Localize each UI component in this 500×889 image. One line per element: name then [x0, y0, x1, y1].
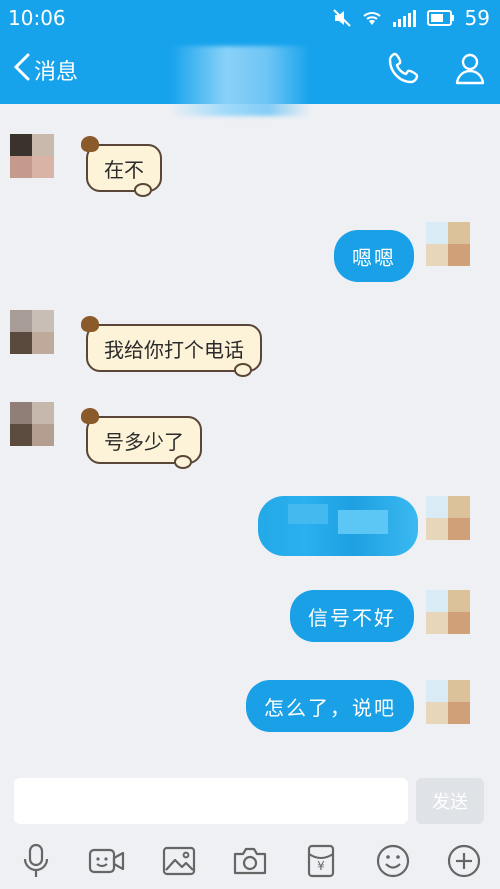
user-avatar[interactable] — [426, 496, 490, 560]
contact-avatar[interactable] — [10, 402, 74, 466]
user-avatar[interactable] — [426, 590, 490, 654]
message-text: 信号不好 — [308, 605, 396, 630]
mute-icon — [332, 9, 351, 27]
contact-avatar[interactable] — [10, 310, 74, 374]
wifi-icon — [361, 9, 383, 27]
status-time: 10:06 — [8, 6, 66, 30]
profile-icon[interactable] — [452, 50, 488, 90]
signal-icon — [392, 9, 417, 27]
battery-level: 59 — [464, 6, 490, 30]
input-area: 发送 — [0, 770, 500, 832]
chevron-left-icon — [12, 52, 32, 88]
message-text: 嗯嗯 — [352, 245, 396, 270]
message-bubble-sent[interactable]: 信号不好 — [290, 590, 414, 642]
input-toolbar: ¥ — [0, 832, 500, 889]
message-text: 号多少了 — [104, 429, 184, 454]
status-bar: 10:06 59 — [0, 0, 500, 36]
microphone-icon[interactable] — [16, 841, 56, 881]
message-bubble-received[interactable]: 号多少了 — [81, 408, 202, 469]
message-bubble-sent[interactable]: 怎么了，说吧 — [246, 680, 414, 732]
user-avatar[interactable] — [426, 680, 490, 744]
video-icon[interactable] — [87, 841, 127, 881]
plus-icon[interactable] — [444, 841, 484, 881]
message-bubble-sent[interactable]: 嗯嗯 — [334, 230, 414, 282]
image-icon[interactable] — [159, 841, 199, 881]
user-avatar[interactable] — [426, 222, 490, 286]
back-label: 消息 — [34, 60, 79, 85]
contact-avatar[interactable] — [10, 134, 74, 198]
message-bubble-sent-blurred[interactable] — [258, 496, 418, 556]
message-text: 在不 — [104, 157, 144, 182]
emoji-icon[interactable] — [373, 841, 413, 881]
header-actions — [386, 50, 488, 90]
message-input[interactable] — [14, 778, 408, 824]
back-button[interactable]: 消息 — [12, 52, 78, 88]
message-bubble-received[interactable]: 在不 — [81, 136, 162, 197]
message-bubble-received[interactable]: 我给你打个电话 — [81, 316, 262, 377]
red-packet-icon[interactable]: ¥ — [301, 841, 341, 881]
chat-header: 消息 — [0, 36, 500, 116]
svg-text:¥: ¥ — [318, 859, 326, 873]
chat-area[interactable]: 在不 嗯嗯 我给你打个电话 号多少了 信号不好 怎么了，说吧 — [0, 104, 500, 770]
send-button[interactable]: 发送 — [416, 778, 484, 824]
message-text: 我给你打个电话 — [104, 337, 244, 362]
message-text: 怎么了，说吧 — [264, 695, 396, 720]
battery-icon — [426, 10, 455, 26]
phone-icon[interactable] — [386, 50, 422, 90]
status-icons: 59 — [332, 6, 490, 30]
camera-icon[interactable] — [230, 841, 270, 881]
